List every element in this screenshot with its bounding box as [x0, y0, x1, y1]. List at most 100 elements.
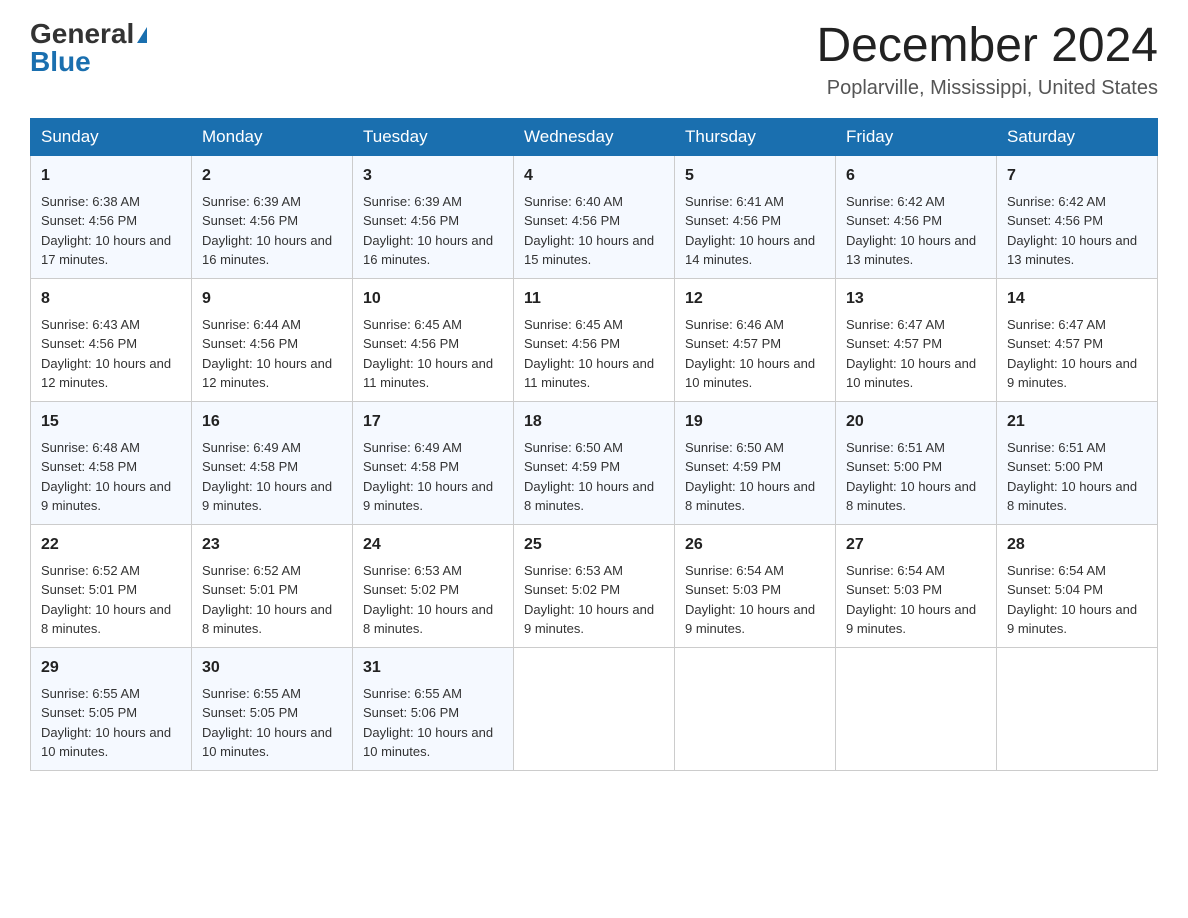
- calendar-cell: 17 Sunrise: 6:49 AMSunset: 4:58 PMDaylig…: [353, 401, 514, 524]
- calendar-week-row: 1 Sunrise: 6:38 AMSunset: 4:56 PMDayligh…: [31, 155, 1158, 278]
- day-number: 16: [202, 410, 342, 434]
- day-number: 21: [1007, 410, 1147, 434]
- location-subtitle: Poplarville, Mississippi, United States: [816, 77, 1158, 100]
- calendar-cell: [514, 647, 675, 770]
- calendar-cell: 16 Sunrise: 6:49 AMSunset: 4:58 PMDaylig…: [192, 401, 353, 524]
- day-info: Sunrise: 6:43 AMSunset: 4:56 PMDaylight:…: [41, 315, 181, 393]
- col-sunday: Sunday: [31, 118, 192, 155]
- day-info: Sunrise: 6:39 AMSunset: 4:56 PMDaylight:…: [202, 192, 342, 270]
- col-wednesday: Wednesday: [514, 118, 675, 155]
- calendar-cell: 10 Sunrise: 6:45 AMSunset: 4:56 PMDaylig…: [353, 278, 514, 401]
- day-info: Sunrise: 6:52 AMSunset: 5:01 PMDaylight:…: [41, 561, 181, 639]
- day-number: 22: [41, 533, 181, 557]
- calendar-cell: 9 Sunrise: 6:44 AMSunset: 4:56 PMDayligh…: [192, 278, 353, 401]
- day-info: Sunrise: 6:50 AMSunset: 4:59 PMDaylight:…: [524, 438, 664, 516]
- day-info: Sunrise: 6:42 AMSunset: 4:56 PMDaylight:…: [846, 192, 986, 270]
- day-number: 30: [202, 656, 342, 680]
- month-title: December 2024: [816, 20, 1158, 73]
- day-number: 4: [524, 164, 664, 188]
- calendar-cell: 18 Sunrise: 6:50 AMSunset: 4:59 PMDaylig…: [514, 401, 675, 524]
- day-number: 15: [41, 410, 181, 434]
- day-number: 8: [41, 287, 181, 311]
- day-info: Sunrise: 6:45 AMSunset: 4:56 PMDaylight:…: [363, 315, 503, 393]
- day-info: Sunrise: 6:44 AMSunset: 4:56 PMDaylight:…: [202, 315, 342, 393]
- day-info: Sunrise: 6:53 AMSunset: 5:02 PMDaylight:…: [524, 561, 664, 639]
- col-friday: Friday: [836, 118, 997, 155]
- day-number: 25: [524, 533, 664, 557]
- calendar-cell: [675, 647, 836, 770]
- day-info: Sunrise: 6:54 AMSunset: 5:03 PMDaylight:…: [685, 561, 825, 639]
- day-info: Sunrise: 6:41 AMSunset: 4:56 PMDaylight:…: [685, 192, 825, 270]
- calendar-week-row: 22 Sunrise: 6:52 AMSunset: 5:01 PMDaylig…: [31, 524, 1158, 647]
- day-number: 31: [363, 656, 503, 680]
- day-number: 20: [846, 410, 986, 434]
- day-info: Sunrise: 6:55 AMSunset: 5:05 PMDaylight:…: [41, 684, 181, 762]
- day-number: 3: [363, 164, 503, 188]
- calendar-cell: 4 Sunrise: 6:40 AMSunset: 4:56 PMDayligh…: [514, 155, 675, 278]
- calendar-cell: 2 Sunrise: 6:39 AMSunset: 4:56 PMDayligh…: [192, 155, 353, 278]
- calendar-cell: 24 Sunrise: 6:53 AMSunset: 5:02 PMDaylig…: [353, 524, 514, 647]
- logo: General Blue: [30, 20, 147, 76]
- calendar-cell: 23 Sunrise: 6:52 AMSunset: 5:01 PMDaylig…: [192, 524, 353, 647]
- calendar-cell: 11 Sunrise: 6:45 AMSunset: 4:56 PMDaylig…: [514, 278, 675, 401]
- calendar-cell: 8 Sunrise: 6:43 AMSunset: 4:56 PMDayligh…: [31, 278, 192, 401]
- col-saturday: Saturday: [997, 118, 1158, 155]
- calendar-cell: 20 Sunrise: 6:51 AMSunset: 5:00 PMDaylig…: [836, 401, 997, 524]
- logo-triangle-icon: [137, 27, 147, 43]
- day-number: 11: [524, 287, 664, 311]
- calendar-week-row: 15 Sunrise: 6:48 AMSunset: 4:58 PMDaylig…: [31, 401, 1158, 524]
- calendar-week-row: 29 Sunrise: 6:55 AMSunset: 5:05 PMDaylig…: [31, 647, 1158, 770]
- day-number: 23: [202, 533, 342, 557]
- calendar-cell: 26 Sunrise: 6:54 AMSunset: 5:03 PMDaylig…: [675, 524, 836, 647]
- day-info: Sunrise: 6:53 AMSunset: 5:02 PMDaylight:…: [363, 561, 503, 639]
- calendar-week-row: 8 Sunrise: 6:43 AMSunset: 4:56 PMDayligh…: [31, 278, 1158, 401]
- day-number: 13: [846, 287, 986, 311]
- day-number: 29: [41, 656, 181, 680]
- day-number: 6: [846, 164, 986, 188]
- day-number: 14: [1007, 287, 1147, 311]
- calendar-cell: 30 Sunrise: 6:55 AMSunset: 5:05 PMDaylig…: [192, 647, 353, 770]
- calendar-cell: 19 Sunrise: 6:50 AMSunset: 4:59 PMDaylig…: [675, 401, 836, 524]
- title-area: December 2024 Poplarville, Mississippi, …: [816, 20, 1158, 100]
- day-info: Sunrise: 6:52 AMSunset: 5:01 PMDaylight:…: [202, 561, 342, 639]
- day-info: Sunrise: 6:47 AMSunset: 4:57 PMDaylight:…: [1007, 315, 1147, 393]
- day-number: 26: [685, 533, 825, 557]
- day-info: Sunrise: 6:55 AMSunset: 5:06 PMDaylight:…: [363, 684, 503, 762]
- day-info: Sunrise: 6:51 AMSunset: 5:00 PMDaylight:…: [1007, 438, 1147, 516]
- day-info: Sunrise: 6:54 AMSunset: 5:03 PMDaylight:…: [846, 561, 986, 639]
- day-number: 24: [363, 533, 503, 557]
- logo-general-text: General: [30, 18, 134, 49]
- day-number: 18: [524, 410, 664, 434]
- day-number: 10: [363, 287, 503, 311]
- day-info: Sunrise: 6:50 AMSunset: 4:59 PMDaylight:…: [685, 438, 825, 516]
- day-number: 1: [41, 164, 181, 188]
- header-row: Sunday Monday Tuesday Wednesday Thursday…: [31, 118, 1158, 155]
- day-number: 9: [202, 287, 342, 311]
- calendar-cell: 22 Sunrise: 6:52 AMSunset: 5:01 PMDaylig…: [31, 524, 192, 647]
- calendar-cell: [997, 647, 1158, 770]
- day-number: 7: [1007, 164, 1147, 188]
- day-info: Sunrise: 6:46 AMSunset: 4:57 PMDaylight:…: [685, 315, 825, 393]
- logo-blue-text: Blue: [30, 46, 91, 77]
- col-monday: Monday: [192, 118, 353, 155]
- day-info: Sunrise: 6:49 AMSunset: 4:58 PMDaylight:…: [202, 438, 342, 516]
- day-info: Sunrise: 6:55 AMSunset: 5:05 PMDaylight:…: [202, 684, 342, 762]
- day-info: Sunrise: 6:54 AMSunset: 5:04 PMDaylight:…: [1007, 561, 1147, 639]
- calendar-cell: 25 Sunrise: 6:53 AMSunset: 5:02 PMDaylig…: [514, 524, 675, 647]
- day-info: Sunrise: 6:47 AMSunset: 4:57 PMDaylight:…: [846, 315, 986, 393]
- day-number: 27: [846, 533, 986, 557]
- calendar-cell: 1 Sunrise: 6:38 AMSunset: 4:56 PMDayligh…: [31, 155, 192, 278]
- col-thursday: Thursday: [675, 118, 836, 155]
- calendar-cell: 15 Sunrise: 6:48 AMSunset: 4:58 PMDaylig…: [31, 401, 192, 524]
- calendar-cell: 27 Sunrise: 6:54 AMSunset: 5:03 PMDaylig…: [836, 524, 997, 647]
- calendar-cell: 13 Sunrise: 6:47 AMSunset: 4:57 PMDaylig…: [836, 278, 997, 401]
- calendar-cell: 7 Sunrise: 6:42 AMSunset: 4:56 PMDayligh…: [997, 155, 1158, 278]
- calendar-cell: 5 Sunrise: 6:41 AMSunset: 4:56 PMDayligh…: [675, 155, 836, 278]
- day-number: 28: [1007, 533, 1147, 557]
- day-number: 5: [685, 164, 825, 188]
- calendar-cell: 21 Sunrise: 6:51 AMSunset: 5:00 PMDaylig…: [997, 401, 1158, 524]
- day-number: 12: [685, 287, 825, 311]
- day-info: Sunrise: 6:40 AMSunset: 4:56 PMDaylight:…: [524, 192, 664, 270]
- day-number: 17: [363, 410, 503, 434]
- calendar-cell: 12 Sunrise: 6:46 AMSunset: 4:57 PMDaylig…: [675, 278, 836, 401]
